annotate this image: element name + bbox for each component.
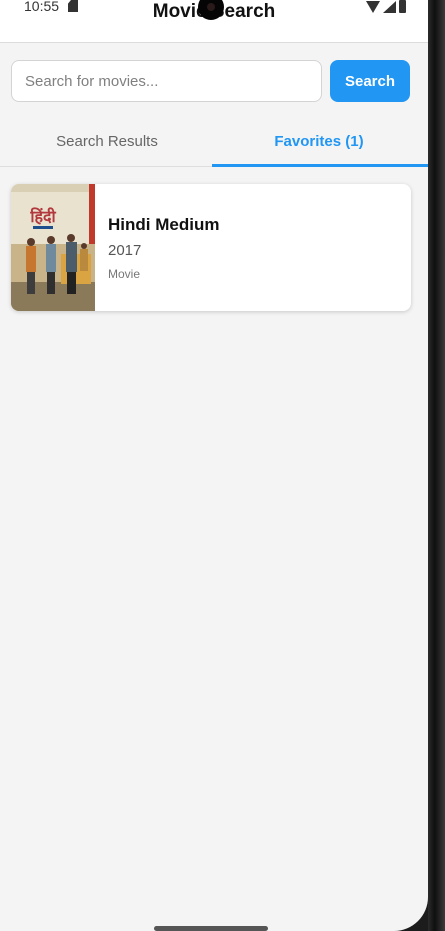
- home-indicator[interactable]: [154, 926, 268, 931]
- search-button[interactable]: Search: [330, 60, 410, 102]
- search-input[interactable]: [11, 60, 322, 102]
- movie-poster: हिंदी: [11, 184, 95, 311]
- battery-icon: [399, 0, 406, 13]
- camera-lens: [207, 3, 215, 11]
- tab-bar: Search Results Favorites (1): [0, 118, 428, 167]
- active-tab-indicator: [212, 164, 428, 167]
- app-header: 10:55 Movie Search: [0, 0, 428, 43]
- favorite-movie-card[interactable]: हिंदी Hindi Medium 2017 Movie: [11, 184, 411, 311]
- tab-search-results[interactable]: Search Results: [0, 118, 214, 166]
- movie-year: 2017: [108, 242, 142, 259]
- app-screen: 10:55 Movie Search Search Search Results…: [0, 0, 428, 931]
- poster-title-text: हिंदी: [29, 207, 56, 226]
- movie-type: Movie: [108, 267, 141, 281]
- search-bar: Search: [11, 60, 411, 102]
- tab-favorites[interactable]: Favorites (1): [212, 118, 426, 166]
- movie-title: Hindi Medium: [108, 215, 220, 234]
- device-frame: 10:55 Movie Search Search Search Results…: [0, 0, 445, 931]
- device-bezel: [428, 0, 445, 931]
